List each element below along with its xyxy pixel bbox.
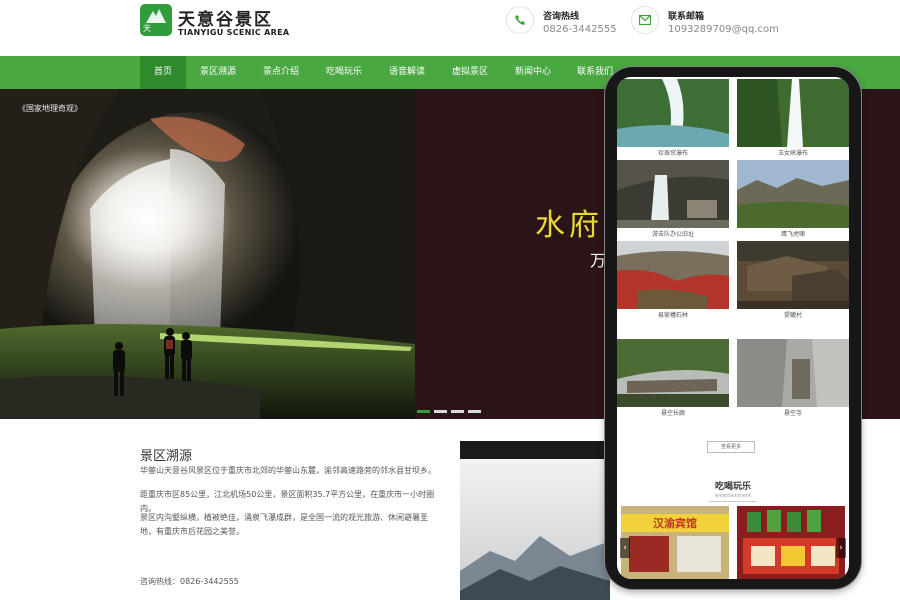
section-title-entertainment: 吃喝玩乐 — [714, 482, 751, 492]
mountain-landscape-photo — [460, 441, 610, 600]
spot-caption: 悬空寺 — [783, 410, 802, 417]
carousel-next-arrow[interactable]: › — [836, 538, 846, 558]
email-label: 联系邮箱 — [668, 12, 705, 22]
slider-dot[interactable] — [451, 410, 464, 413]
logo-icon: 天 — [140, 4, 172, 36]
carousel-prev-arrow[interactable]: ‹ — [620, 538, 630, 558]
intro-paragraph-1: 华蓥山天意谷风景区位于重庆市北郊的华蓥山东麓，渝邻高速路旁的邻水县甘坝乡。 — [140, 466, 436, 475]
intro-hotline: 咨询热线：0826-3442555 — [140, 577, 239, 586]
banner-slogan-sub: 万 — [590, 251, 607, 270]
spot-thumb-stone-forest[interactable] — [617, 241, 729, 309]
section-title-origin: 景区溯源 — [140, 449, 193, 464]
spot-thumb-hanging-temple[interactable] — [737, 339, 849, 407]
waterfall-cave-photo — [0, 89, 415, 419]
slider-dot[interactable] — [434, 410, 447, 413]
spot-caption: 玉女峡瀑布 — [777, 150, 808, 157]
spot-thumb-jade-gorge[interactable] — [737, 79, 849, 147]
svg-text:汉渝宾馆: 汉渝宾馆 — [653, 516, 697, 530]
spot-caption: 提罐村 — [783, 312, 802, 319]
site-logo[interactable]: 天 天意谷景区 TIANYIGU SCENIC AREA — [140, 4, 289, 38]
spot-caption: 易家槽石林 — [657, 312, 688, 319]
email-contact: 联系邮箱 1093289709@qq.com — [631, 6, 779, 40]
phone-mockup: 珍珠帘瀑布 玉女峡瀑布 游击队办公旧址 鹰飞虎啸 易家槽石林 提罐村 悬空长廊 … — [605, 67, 861, 589]
spot-caption: 珍珠帘瀑布 — [657, 150, 688, 157]
logo-english-name: TIANYIGU SCENIC AREA — [178, 28, 290, 37]
banner-slogan-main: 水府 — [535, 208, 603, 243]
nav-item-attractions[interactable]: 景点介绍 — [253, 56, 309, 89]
intro-paragraph-3: 景区内沟壑纵横，植被绝佳，涌泉飞瀑成群，是全国一流的观光旅游、休闲避暑圣地，有重… — [140, 513, 428, 536]
view-more-button[interactable]: 查看更多 — [707, 441, 755, 453]
spot-caption: 鹰飞虎啸 — [780, 231, 805, 238]
email-value[interactable]: 1093289709@qq.com — [668, 24, 779, 35]
logo-chinese-name: 天意谷景区 — [178, 10, 273, 30]
nav-item-audio-guide[interactable]: 语音解读 — [379, 56, 435, 89]
hotline-label: 咨询热线 — [543, 12, 580, 22]
section-subtitle: entertainment — [715, 493, 751, 499]
site-header: 天 天意谷景区 TIANYIGU SCENIC AREA 咨询热线 0826-3… — [0, 0, 900, 56]
mail-icon — [631, 6, 659, 34]
restaurant-storefront-photo[interactable]: 汉渝宾馆 — [621, 506, 729, 579]
nav-item-virtual-tour[interactable]: 虚拟景区 — [442, 56, 498, 89]
spot-thumb-pearl-curtain[interactable] — [617, 79, 729, 147]
nav-item-home[interactable]: 首页 — [140, 56, 186, 89]
hotline-contact: 咨询热线 0826-3442555 — [506, 6, 617, 40]
spot-thumb-eagle-tiger[interactable] — [737, 160, 849, 228]
nav-item-entertainment[interactable]: 吃喝玩乐 — [316, 56, 372, 89]
nav-item-origin[interactable]: 景区溯源 — [190, 56, 246, 89]
spot-thumb-hanging-corridor[interactable] — [617, 339, 729, 407]
spot-thumb-village[interactable] — [737, 241, 849, 309]
slider-dot[interactable] — [417, 410, 430, 413]
nav-item-news[interactable]: 新闻中心 — [505, 56, 561, 89]
banner-stamp: 《国家地理奇观》 — [18, 104, 82, 113]
local-products-photo[interactable] — [737, 506, 845, 579]
spot-caption: 游击队办公旧址 — [651, 231, 694, 238]
section-divider — [709, 501, 757, 502]
slider-dot[interactable] — [468, 410, 481, 413]
spot-thumb-guerrilla-office[interactable] — [617, 160, 729, 228]
spot-caption: 悬空长廊 — [660, 410, 685, 417]
phone-icon — [506, 6, 534, 34]
phone-screen: 珍珠帘瀑布 玉女峡瀑布 游击队办公旧址 鹰飞虎啸 易家槽石林 提罐村 悬空长廊 … — [617, 77, 849, 579]
hotline-value: 0826-3442555 — [543, 24, 617, 35]
